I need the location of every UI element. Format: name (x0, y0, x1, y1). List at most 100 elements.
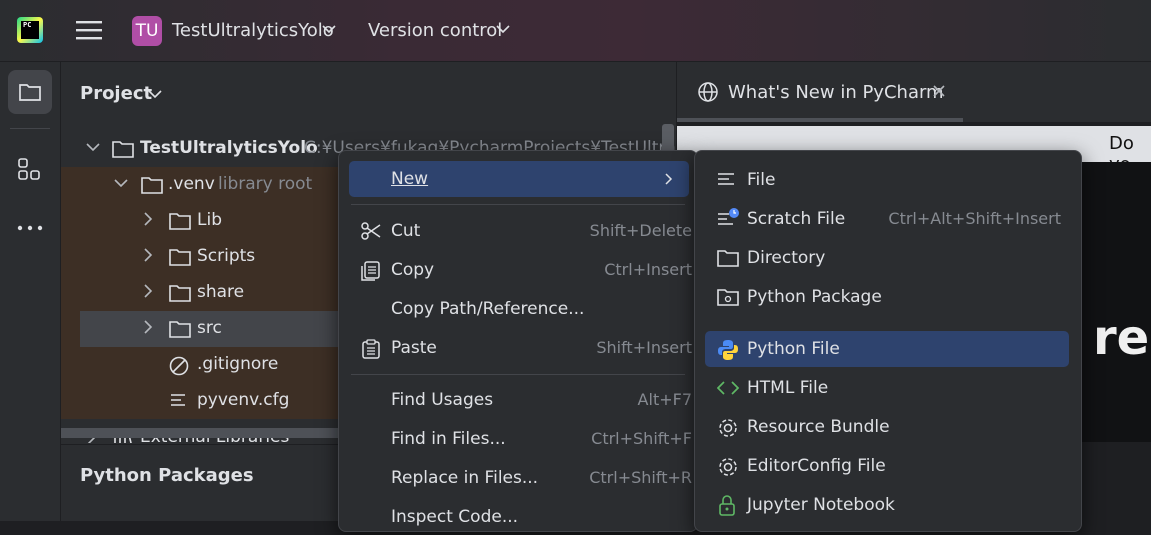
project-badge[interactable]: TU (132, 16, 162, 46)
structure-icon[interactable] (17, 157, 43, 183)
tree-label: TestUltralyticsYolo (140, 138, 318, 158)
chevron-down-icon[interactable] (496, 24, 510, 34)
shortcut-text: Shift+Insert (596, 338, 692, 357)
folder-icon (717, 248, 739, 268)
menu-item-find-usages[interactable]: Find Usages Alt+F7 (349, 382, 692, 418)
jupyter-icon (717, 495, 737, 517)
new-submenu: File Scratch File Ctrl+Alt+Shift+Insert … (694, 150, 1082, 532)
submenu-item-html-file[interactable]: HTML File (705, 370, 1069, 406)
menu-separator (351, 374, 685, 375)
chevron-down-icon[interactable] (86, 142, 100, 152)
submenu-item-label: Python File (747, 339, 840, 359)
menu-item-cut[interactable]: Cut Shift+Delete (349, 213, 692, 249)
version-control-menu[interactable]: Version control (368, 20, 502, 41)
submenu-item-label: Directory (747, 248, 826, 268)
menu-item-label: Find Usages (391, 390, 494, 410)
chevron-right-icon (665, 173, 673, 185)
paste-icon (361, 339, 381, 359)
shortcut-text: Shift+Delete (589, 221, 692, 240)
submenu-item-editorconfig-file[interactable]: EditorConfig File (705, 448, 1069, 484)
menu-item-new[interactable]: New (349, 161, 689, 197)
scissors-icon (361, 222, 381, 240)
chevron-down-icon[interactable] (148, 89, 162, 99)
context-menu: New Cut Shift+Delete Copy Ctrl+Insert Co… (338, 150, 698, 532)
menu-item-label: Replace in Files... (391, 468, 539, 488)
editor-content (1080, 162, 1151, 442)
submenu-item-python-file[interactable]: Python File (705, 331, 1069, 367)
chevron-right-icon[interactable] (143, 284, 153, 298)
chevron-down-icon[interactable] (114, 178, 128, 188)
python-icon (717, 339, 739, 361)
chevron-right-icon[interactable] (143, 248, 153, 262)
menu-item-label: Copy Path/Reference... (391, 299, 585, 319)
menu-item-paste[interactable]: Paste Shift+Insert (349, 330, 692, 366)
shortcut-text: Ctrl+Shift+R (589, 468, 692, 487)
submenu-item-label: Jupyter Notebook (747, 495, 895, 515)
submenu-item-label: Resource Bundle (747, 417, 890, 437)
tool-window-bar (0, 62, 61, 521)
editor-tab[interactable]: What's New in PyCharm (728, 82, 944, 103)
submenu-item-label: Python Package (747, 287, 882, 307)
submenu-item-jupyter-notebook[interactable]: Jupyter Notebook (705, 487, 1069, 523)
submenu-item-label: File (747, 170, 776, 190)
scratch-file-icon (717, 207, 741, 229)
shortcut-text: Ctrl+Insert (604, 260, 692, 279)
close-icon[interactable] (932, 84, 946, 98)
chevron-down-icon[interactable] (322, 24, 336, 34)
panel-title[interactable]: Project (80, 83, 152, 104)
menu-item-copy-path[interactable]: Copy Path/Reference... (349, 291, 689, 327)
submenu-item-scratch-file[interactable]: Scratch File Ctrl+Alt+Shift+Insert (705, 201, 1069, 237)
tree-label: src (197, 318, 222, 338)
more-icon[interactable] (17, 218, 43, 238)
folder-icon (169, 283, 191, 303)
menu-item-inspect-code[interactable]: Inspect Code... (349, 499, 689, 535)
html-icon (717, 380, 739, 396)
tree-label: share (197, 282, 245, 302)
menu-item-find-in-files[interactable]: Find in Files... Ctrl+Shift+F (349, 421, 692, 457)
pycharm-logo-icon[interactable]: PC (17, 17, 43, 43)
folder-icon (169, 211, 191, 231)
gear-icon (717, 456, 739, 478)
submenu-item-python-package[interactable]: Python Package (705, 279, 1069, 315)
ignore-file-icon (169, 355, 191, 377)
folder-icon (141, 175, 163, 195)
project-switcher[interactable]: TestUltralyticsYolo (172, 20, 334, 41)
chevron-right-icon[interactable] (143, 320, 153, 334)
submenu-item-label: HTML File (747, 378, 829, 398)
submenu-item-resource-bundle[interactable]: Resource Bundle (705, 409, 1069, 445)
folder-icon (169, 319, 191, 339)
toolbar-divider (10, 128, 50, 129)
tree-label: Scripts (197, 246, 256, 266)
folder-icon (112, 139, 134, 159)
menu-item-label: Cut (391, 221, 421, 241)
text-file-icon (169, 391, 189, 411)
folder-icon (169, 247, 191, 267)
tree-label: pyvenv.cfg (197, 390, 290, 410)
folder-icon[interactable] (8, 70, 52, 114)
submenu-item-label: Scratch File (747, 209, 846, 229)
menu-item-label: Inspect Code... (391, 507, 519, 527)
horizontal-scrollbar[interactable] (61, 428, 351, 438)
tab-underline (677, 118, 963, 122)
menu-item-label: Find in Files... (391, 429, 506, 449)
shortcut-text: Alt+F7 (637, 390, 692, 409)
package-icon (717, 287, 739, 307)
heading-text: res (1093, 310, 1151, 366)
logo-text: PC (21, 21, 39, 39)
menu-item-copy[interactable]: Copy Ctrl+Insert (349, 252, 692, 288)
submenu-item-file[interactable]: File (705, 162, 1069, 198)
menu-separator (351, 204, 685, 205)
menu-item-replace-in-files[interactable]: Replace in Files... Ctrl+Shift+R (349, 460, 692, 496)
shortcut-text: Ctrl+Alt+Shift+Insert (888, 209, 1061, 228)
tree-path: library root (218, 174, 313, 194)
menu-item-label: New (391, 169, 429, 189)
tree-label: .gitignore (197, 354, 279, 374)
chevron-right-icon[interactable] (143, 212, 153, 226)
main-menu-icon[interactable] (76, 18, 102, 44)
shortcut-text: Ctrl+Shift+F (591, 429, 692, 448)
panel-title[interactable]: Python Packages (80, 465, 254, 486)
submenu-item-directory[interactable]: Directory (705, 240, 1069, 276)
gear-icon (717, 417, 739, 439)
text-file-icon (717, 172, 737, 190)
tree-label: Lib (197, 210, 222, 230)
